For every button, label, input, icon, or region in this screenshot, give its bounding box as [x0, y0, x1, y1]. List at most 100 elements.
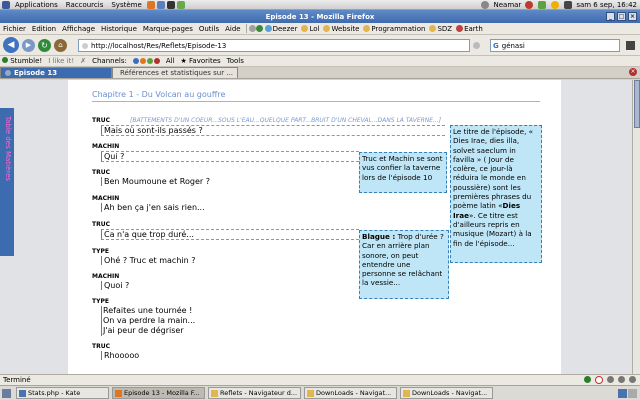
taskbar-item[interactable]: DownLoads - Navigat... [304, 387, 397, 399]
annotation-note[interactable]: Truc et Machin se sont vus confier la ta… [359, 152, 447, 193]
url-text[interactable]: http://localhost/Res/Reflets/Episode-13 [91, 42, 226, 50]
dialogue-line: On va perdre la main... [103, 316, 196, 325]
tab-references[interactable]: Références et statistiques sur ... [112, 67, 238, 78]
folder-icon [211, 389, 218, 397]
workspace-2[interactable] [628, 388, 637, 398]
channel-icon[interactable] [146, 58, 153, 64]
workspace-switcher[interactable] [618, 388, 637, 398]
show-desktop-icon[interactable] [2, 388, 11, 398]
taskbar-item[interactable]: Reflets - Navigateur d... [208, 387, 301, 399]
favorites-button[interactable]: ★ Favorites [181, 57, 221, 65]
status-icon[interactable] [607, 376, 614, 383]
channel-icons[interactable] [132, 58, 160, 64]
menu-affichage[interactable]: Affichage [59, 25, 98, 33]
editor-launcher-icon[interactable] [176, 0, 185, 9]
menu-edition[interactable]: Edition [29, 25, 59, 33]
bookmark-page-star-icon[interactable] [473, 42, 480, 49]
back-button[interactable]: ◀ [3, 37, 19, 53]
bookmark-earth-label: Earth [464, 24, 483, 33]
home-button[interactable]: ⌂ [54, 38, 67, 52]
forward-button[interactable]: ▶ [22, 38, 35, 52]
window-titlebar: Episode 13 - Mozilla Firefox _ □ × [0, 10, 640, 23]
search-box[interactable]: G génasi [490, 39, 620, 52]
bookmark-programmation[interactable]: Programmation [361, 25, 427, 33]
weather-icon[interactable] [551, 0, 560, 9]
extension-toolbar: Stumble! I like it! ✗ Channels: All ★ Fa… [0, 56, 640, 67]
stumble-status-icon[interactable] [584, 376, 591, 383]
close-window-button[interactable]: × [628, 12, 637, 21]
maximize-button[interactable]: □ [617, 12, 626, 21]
mail-launcher-icon[interactable] [156, 0, 165, 9]
thumbs-down-icon[interactable]: ✗ [80, 57, 86, 65]
chapter-title: Chapitre 1 - Du Volcan au gouffre [92, 90, 226, 99]
reload-button[interactable]: ↻ [38, 38, 51, 52]
toc-side-tab[interactable]: Table des Matières [0, 108, 14, 256]
speaker-label: MACHIN [92, 143, 120, 150]
menu-aide[interactable]: Aide [222, 25, 243, 33]
taskbar-item-label: Reflets - Navigateur d... [220, 389, 298, 397]
bookmark-deezer[interactable]: Deezer [263, 25, 300, 33]
top-panel: Applications Raccourcis Système Neamar s… [0, 0, 640, 10]
note-text: Trop d'urée ? Car en arrière plan sonore… [362, 232, 444, 288]
folder-icon [307, 389, 314, 397]
bookmark-star-icon[interactable] [248, 25, 256, 32]
speaker-label: MACHIN [92, 273, 120, 280]
user-name[interactable]: Neamar [493, 1, 521, 9]
url-bar[interactable]: http://localhost/Res/Reflets/Episode-13 [78, 39, 470, 52]
tab-episode-13[interactable]: Episode 13 [0, 67, 112, 78]
menu-outils[interactable]: Outils [196, 25, 222, 33]
clock[interactable]: sam 6 sep, 16:42 [576, 1, 637, 9]
menu-raccourcis[interactable]: Raccourcis [62, 1, 108, 9]
dialogue-line: Qui ? [101, 151, 359, 162]
menu-historique[interactable]: Historique [98, 25, 140, 33]
status-icon[interactable] [629, 376, 636, 383]
taskbar-item[interactable]: DownLoads - Navigat... [400, 387, 493, 399]
menu-applications[interactable]: Applications [11, 1, 62, 9]
status-icon[interactable] [618, 376, 625, 383]
taskbar-item[interactable]: Stats.php - Kate [16, 387, 109, 399]
bookmark-lol[interactable]: Lol [299, 25, 321, 33]
speaker-label: MACHIN [92, 195, 120, 202]
menubar: Fichier Edition Affichage Historique Mar… [0, 23, 640, 35]
all-dropdown[interactable]: All [166, 57, 175, 65]
power-icon[interactable] [525, 0, 534, 9]
bookmark-sdz[interactable]: SDZ [427, 25, 454, 33]
tools-button[interactable]: Tools [227, 57, 244, 65]
firefox-launcher-icon[interactable] [146, 0, 155, 9]
i-like-it-button[interactable]: I like it! [48, 57, 74, 65]
dialogue-line: Mais où sont-ils passés ? [101, 125, 445, 136]
status-text: Terminé [3, 376, 31, 384]
channel-icon[interactable] [153, 58, 160, 64]
dialogue-block-bar [101, 306, 102, 336]
bookmark-website[interactable]: Website [321, 25, 361, 33]
menu-fichier[interactable]: Fichier [0, 25, 29, 33]
gnome-foot-icon[interactable] [2, 0, 10, 9]
taskbar-item-label: DownLoads - Navigat... [412, 389, 488, 397]
stumble-button[interactable]: Stumble! [2, 57, 42, 65]
search-input[interactable]: génasi [502, 42, 525, 50]
tab-strip: Episode 13 Références et statistiques su… [0, 67, 640, 79]
block-icon[interactable] [595, 376, 603, 384]
minimize-button[interactable]: _ [606, 12, 615, 21]
bookmark-add-icon[interactable] [255, 25, 263, 32]
volume-icon[interactable] [564, 0, 573, 9]
bookmark-earth[interactable]: Earth [454, 25, 485, 33]
close-tab-icon[interactable]: × [629, 68, 637, 76]
channel-icon[interactable] [139, 58, 146, 64]
annotation-note-joke[interactable]: Blague : Trop d'urée ? Car en arrière pl… [359, 230, 449, 299]
channel-icon[interactable] [132, 58, 139, 64]
menu-marque-pages[interactable]: Marque-pages [140, 25, 196, 33]
vertical-scrollbar[interactable] [632, 80, 640, 374]
page-viewport[interactable]: Table des Matières Chapitre 1 - Du Volca… [0, 80, 632, 374]
terminal-launcher-icon[interactable] [166, 0, 175, 9]
taskbar-item-active[interactable]: Episode 13 - Mozilla F... [112, 387, 205, 399]
scrollbar-thumb[interactable] [634, 80, 640, 128]
menu-systeme[interactable]: Système [107, 1, 145, 9]
annotation-note-title[interactable]: Le titre de l'épisode, « Dies Irae, dies… [450, 125, 542, 263]
taskbar-item-label: Stats.php - Kate [28, 389, 81, 397]
workspace-1[interactable] [618, 388, 627, 398]
stage-direction: [BATTEMENTS D'UN COEUR...SOUS L'EAU...QU… [130, 117, 442, 124]
network-icon[interactable] [538, 0, 547, 9]
dialogue-line: Ben Moumoune et Roger ? [101, 177, 210, 186]
search-engine-icon[interactable]: G [493, 42, 499, 50]
